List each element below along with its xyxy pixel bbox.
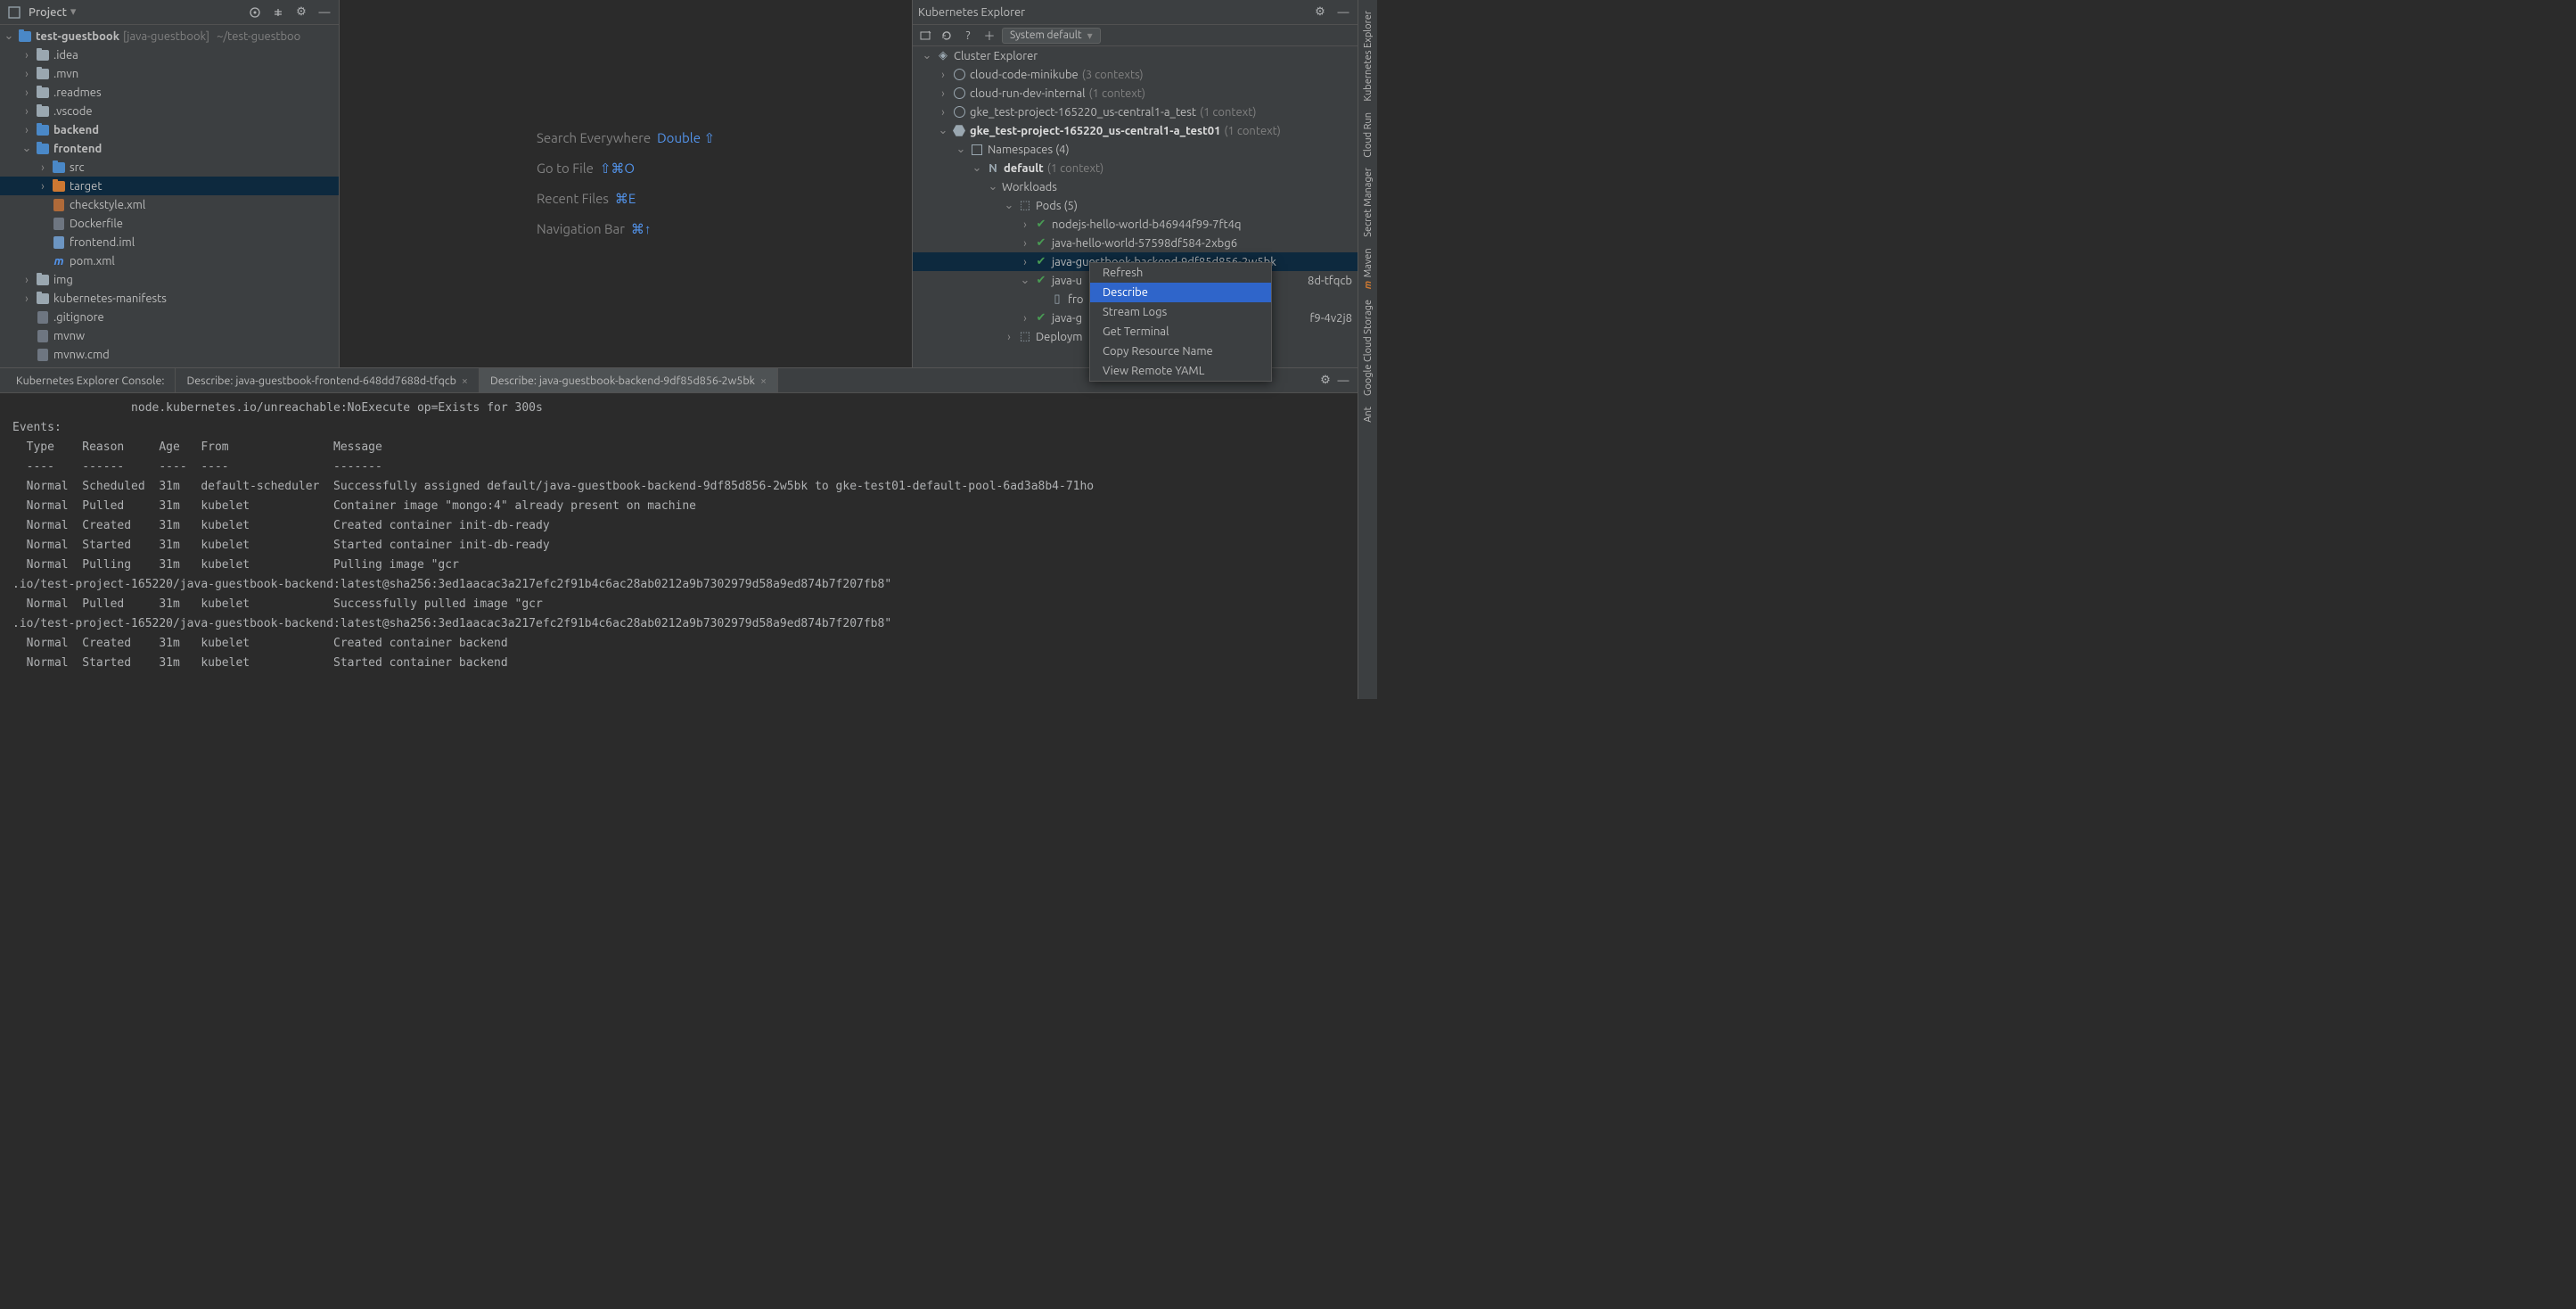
right-stripe-tab[interactable]: Kubernetes Explorer [1363,5,1374,107]
project-item[interactable]: mvnw [0,326,339,345]
close-icon[interactable]: × [462,375,468,387]
project-item[interactable]: ›img [0,270,339,289]
locate-icon[interactable] [246,4,264,21]
context-menu-item[interactable]: Refresh [1090,263,1271,283]
kube-toolbar: ? ＋ System default▾ [913,25,1358,46]
console-panel-label: Kubernetes Explorer Console: [5,368,176,392]
expand-all-icon[interactable] [269,4,287,21]
minimize-icon[interactable]: — [316,4,333,21]
project-item[interactable]: ›target [0,177,339,195]
namespaces-row[interactable]: ⌄ Namespaces (4) [913,140,1358,159]
project-root-path: ~/test-guestboo [217,30,300,43]
project-item[interactable]: frontend.iml [0,233,339,251]
right-stripe-tab[interactable]: Google Cloud Storage [1363,294,1374,401]
project-title[interactable]: Project ▾ [29,5,76,19]
refresh-icon[interactable] [938,27,956,45]
gear-icon[interactable]: ⚙ [1317,372,1334,390]
minimize-icon[interactable]: — [1334,4,1352,21]
context-menu-item[interactable]: Stream Logs [1090,302,1271,322]
project-tool-window: Project ▾ ⚙ — ⌄ test-guestbook [java-gue… [0,0,340,367]
console-panel: Kubernetes Explorer Console: Describe: j… [0,367,1358,699]
project-item[interactable]: mvnw.cmd [0,345,339,364]
hint-search: Search Everywhere Double ⇧ [537,123,715,153]
cluster-row[interactable]: ›gke_test-project-165220_us-central1-a_t… [913,103,1358,121]
add-cluster-icon[interactable] [916,27,934,45]
project-item[interactable]: ›.readmes [0,83,339,102]
right-stripe-tab[interactable]: mMaven [1363,243,1374,294]
context-menu-item[interactable]: Get Terminal [1090,322,1271,342]
kubernetes-explorer-panel: Kubernetes Explorer ⚙ — ? ＋ System defau… [912,0,1358,367]
workloads-row[interactable]: ⌄ Workloads [913,177,1358,196]
pod-row[interactable]: ›✔nodejs-hello-world-b46944f99-7ft4q [913,215,1358,234]
pod-row[interactable]: ›✔java-hello-world-57598df584-2xbg6 [913,234,1358,252]
pod-context-menu: RefreshDescribeStream LogsGet TerminalCo… [1089,262,1272,382]
namespace-default-row[interactable]: ⌄ N default (1 context) [913,159,1358,177]
project-item[interactable]: ›.vscode [0,102,339,120]
project-root-name: test-guestbook [36,30,119,43]
kube-panel-title: Kubernetes Explorer [918,6,1025,19]
cluster-explorer-root[interactable]: ⌄ ◈ Cluster Explorer [913,46,1358,65]
context-menu-item[interactable]: Copy Resource Name [1090,342,1271,361]
right-stripe-tab[interactable]: Cloud Run [1363,107,1374,163]
plus-icon[interactable]: ＋ [980,27,998,45]
project-item[interactable]: ›src [0,158,339,177]
gear-icon[interactable]: ⚙ [1311,4,1329,21]
project-icon [5,4,23,21]
help-icon[interactable]: ? [959,27,977,45]
pods-group-row[interactable]: ⌄ ⬚ Pods (5) [913,196,1358,215]
cluster-row[interactable]: ›cloud-code-minikube (3 contexts) [913,65,1358,84]
project-item[interactable]: ›backend [0,120,339,139]
console-tab[interactable]: Describe: java-guestbook-frontend-648dd7… [176,368,480,392]
project-item[interactable]: ›.idea [0,45,339,64]
right-stripe-tab[interactable]: Secret Manager [1363,162,1374,243]
hint-goto: Go to File ⇧⌘O [537,153,715,184]
project-panel-header: Project ▾ ⚙ — [0,0,339,25]
context-menu-item[interactable]: Describe [1090,283,1271,302]
editor-empty-state: Search Everywhere Double ⇧ Go to File ⇧⌘… [340,0,912,367]
project-item[interactable]: ›.mvn [0,64,339,83]
hint-navbar: Navigation Bar ⌘↑ [537,214,715,244]
context-combo[interactable]: System default▾ [1002,28,1101,44]
cluster-row[interactable]: ›cloud-run-dev-internal (1 context) [913,84,1358,103]
context-menu-item[interactable]: View Remote YAML [1090,361,1271,381]
kube-panel-header: Kubernetes Explorer ⚙ — [913,0,1358,25]
close-icon[interactable]: × [760,375,767,387]
project-item[interactable]: Dockerfile [0,214,339,233]
project-root-bracket: [java-guestbook] [123,30,209,43]
console-tab[interactable]: Describe: java-guestbook-backend-9df85d8… [480,368,778,392]
minimize-icon[interactable]: — [1334,372,1352,390]
project-item[interactable]: ›kubernetes-manifests [0,289,339,308]
project-item[interactable]: checkstyle.xml [0,195,339,214]
project-tree[interactable]: ⌄ test-guestbook [java-guestbook] ~/test… [0,25,339,367]
cluster-row[interactable]: ⌄gke_test-project-165220_us-central1-a_t… [913,121,1358,140]
project-item[interactable]: .gitignore [0,308,339,326]
project-item[interactable]: ⌄frontend [0,139,339,158]
hint-recent: Recent Files ⌘E [537,184,715,214]
gear-icon[interactable]: ⚙ [292,4,310,21]
right-stripe-tab[interactable]: Ant [1363,401,1374,428]
project-root-row[interactable]: ⌄ test-guestbook [java-guestbook] ~/test… [0,27,339,45]
right-tool-stripe: Kubernetes ExplorerCloud RunSecret Manag… [1358,0,1377,699]
project-item[interactable]: mpom.xml [0,251,339,270]
console-output[interactable]: node.kubernetes.io/unreachable:NoExecute… [0,393,1358,699]
